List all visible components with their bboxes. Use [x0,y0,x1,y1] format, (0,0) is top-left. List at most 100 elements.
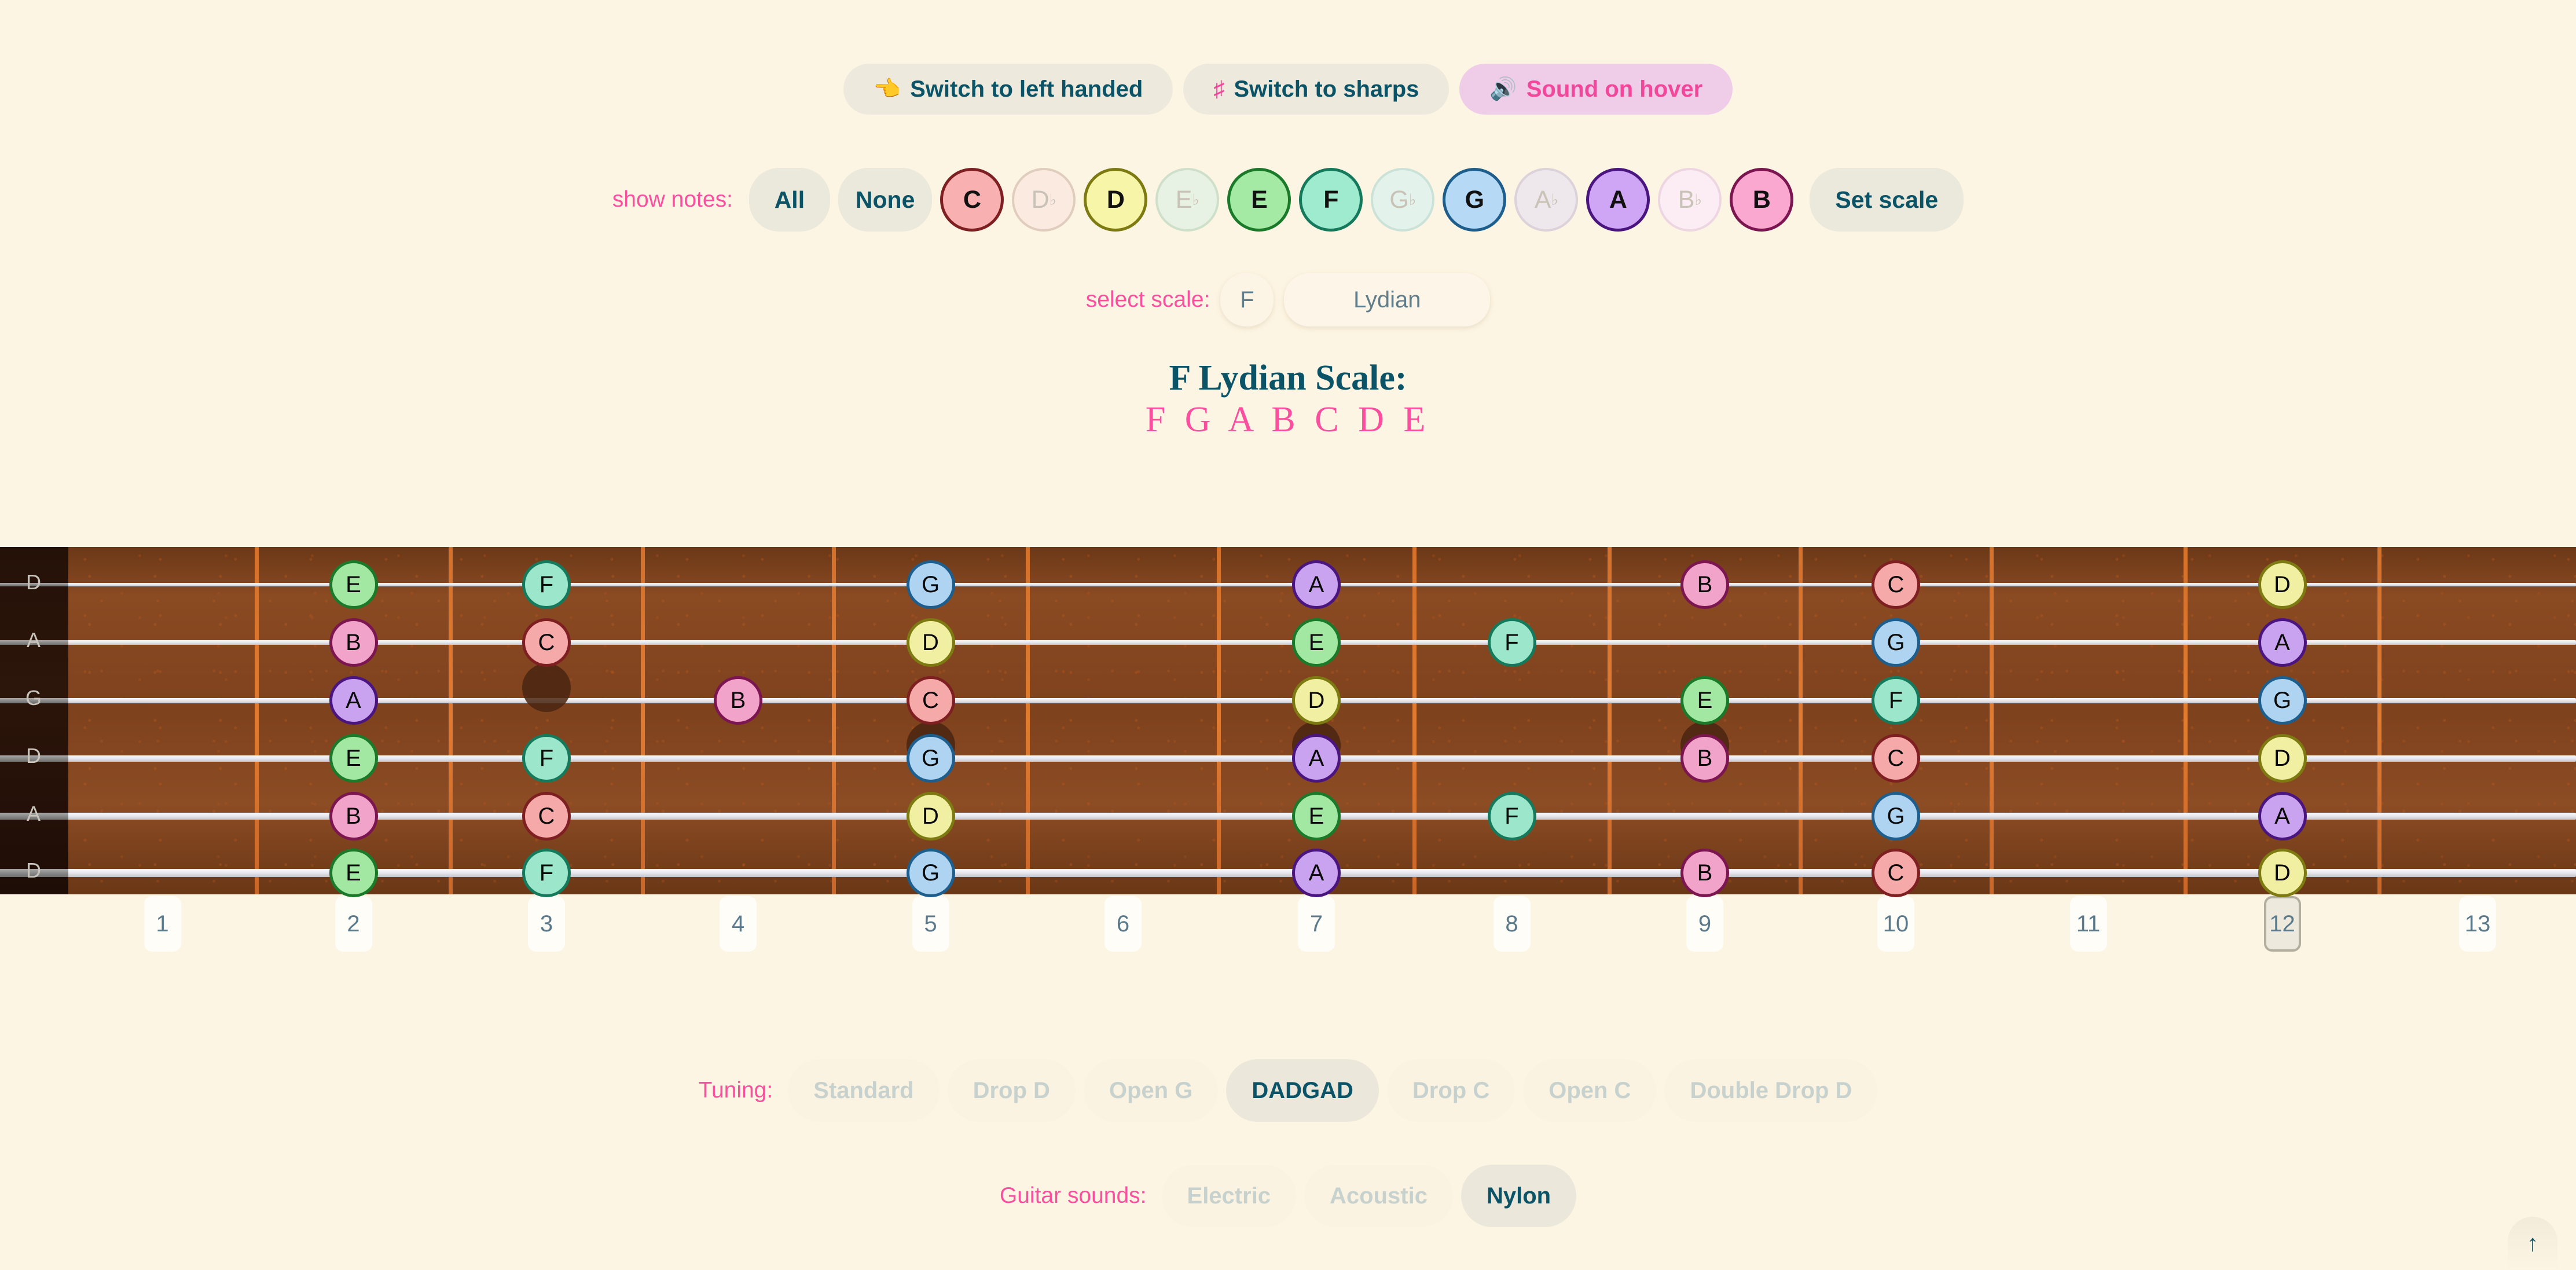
fret-number-13[interactable]: 13 [2459,896,2496,952]
sound-option-electric[interactable]: Electric [1161,1165,1297,1227]
fret-line [2184,547,2188,894]
speaker-icon: 🔊 [1489,77,1517,101]
fret-number-9[interactable]: 9 [1686,896,1723,952]
note-toggle-g-flat[interactable]: G ♭ [1371,168,1435,232]
note-marker[interactable]: G [1872,792,1920,840]
note-marker[interactable]: F [1487,618,1536,667]
switch-left-handed-button[interactable]: 👈 Switch to left handed [843,64,1173,115]
note-toggle-a[interactable]: A [1586,168,1650,232]
tuning-option-standard[interactable]: Standard [788,1059,940,1122]
fret-number-12[interactable]: 12 [2263,896,2301,952]
note-marker[interactable]: E [329,560,378,609]
note-marker[interactable]: B [1680,560,1729,609]
fret-number-4[interactable]: 4 [720,896,757,952]
show-notes-row: show notes: All None C D ♭ D E ♭ E F G ♭ G A ♭ A B ♭ B S… [0,168,2576,232]
note-marker[interactable]: A [1292,849,1341,897]
note-marker[interactable]: B [329,792,378,840]
sound-option-acoustic[interactable]: Acoustic [1304,1165,1453,1227]
switch-left-handed-label: Switch to left handed [910,76,1143,102]
note-toggle-e[interactable]: E [1227,168,1291,232]
note-marker[interactable]: F [1872,676,1920,725]
note-toggle-e-flat[interactable]: E ♭ [1155,168,1220,232]
tuning-option-open-g[interactable]: Open G [1083,1059,1219,1122]
sound-option-nylon[interactable]: Nylon [1461,1165,1577,1227]
note-marker[interactable]: D [2258,560,2307,609]
note-marker[interactable]: F [1487,792,1536,840]
note-marker[interactable]: B [329,618,378,667]
fret-number-1[interactable]: 1 [144,896,181,952]
fret-number-10[interactable]: 10 [1877,896,1914,952]
note-marker[interactable]: A [1292,560,1341,609]
scale-root-select[interactable]: F [1220,273,1274,326]
note-marker[interactable]: E [329,849,378,897]
note-toggle-b[interactable]: B [1730,168,1794,232]
note-marker[interactable]: B [1680,849,1729,897]
guitar-string [0,583,2576,586]
note-toggle-f[interactable]: F [1299,168,1363,232]
note-toggle-b-flat[interactable]: B ♭ [1658,168,1722,232]
fret-number-3[interactable]: 3 [528,896,565,952]
note-marker[interactable]: E [1292,792,1341,840]
note-marker[interactable]: C [1872,560,1920,609]
show-no-notes-button[interactable]: None [838,168,933,232]
note-marker[interactable]: B [714,676,762,725]
note-marker[interactable]: A [1292,734,1341,783]
fret-number-2[interactable]: 2 [335,896,372,952]
fretboard[interactable]: DAGDADEFGABCDBCDEFGAABCDEFGEFGABCDBCDEFG… [0,547,2576,897]
tuning-option-open-c[interactable]: Open C [1523,1059,1657,1122]
note-toggle-d[interactable]: D [1084,168,1148,232]
note-marker[interactable]: D [2258,849,2307,897]
tuning-option-drop-c[interactable]: Drop C [1386,1059,1515,1122]
note-marker[interactable]: A [2258,792,2307,840]
tuning-option-drop-d[interactable]: Drop D [947,1059,1076,1122]
fret-number-7[interactable]: 7 [1298,896,1335,952]
note-marker[interactable]: G [1872,618,1920,667]
fret-number-6[interactable]: 6 [1104,896,1142,952]
fret-line [832,547,836,894]
note-marker[interactable]: D [906,618,955,667]
show-notes-label: show notes: [612,187,733,212]
note-marker[interactable]: A [329,676,378,725]
sound-on-hover-button[interactable]: 🔊 Sound on hover [1459,64,1733,115]
show-all-notes-button[interactable]: All [748,168,830,232]
note-marker[interactable]: C [906,676,955,725]
scale-mode-select[interactable]: Lydian [1284,273,1491,326]
note-toggle-g[interactable]: G [1443,168,1507,232]
note-marker[interactable]: G [2258,676,2307,725]
note-marker[interactable]: C [1872,734,1920,783]
guitar-sounds-label: Guitar sounds: [999,1183,1147,1208]
note-marker[interactable]: G [906,734,955,783]
note-marker[interactable]: F [522,734,571,783]
note-marker[interactable]: B [1680,734,1729,783]
tuning-option-dadgad[interactable]: DADGAD [1226,1059,1379,1122]
note-marker[interactable]: G [906,849,955,897]
note-toggle-d-flat[interactable]: D ♭ [1012,168,1076,232]
note-marker[interactable]: C [522,792,571,840]
note-marker[interactable]: A [2258,618,2307,667]
note-marker[interactable]: D [1292,676,1341,725]
note-marker[interactable]: E [1680,676,1729,725]
tuning-option-double-drop-d[interactable]: Double Drop D [1664,1059,1878,1122]
fret-number-11[interactable]: 11 [2069,896,2107,952]
note-marker[interactable]: F [522,849,571,897]
note-marker[interactable]: C [522,618,571,667]
note-marker[interactable]: C [1872,849,1920,897]
fret-line [641,547,645,894]
note-marker[interactable]: E [329,734,378,783]
fret-line [255,547,259,894]
guitar-sounds-row: Guitar sounds: Electric Acoustic Nylon [0,1165,2576,1227]
set-scale-button[interactable]: Set scale [1810,168,1964,232]
note-marker[interactable]: G [906,560,955,609]
note-marker[interactable]: D [906,792,955,840]
note-toggle-c[interactable]: C [940,168,1004,232]
string-label-2: G [25,686,42,710]
note-marker[interactable]: E [1292,618,1341,667]
switch-to-sharps-button[interactable]: ♯ Switch to sharps [1183,64,1450,115]
app-root: 👈 Switch to left handed ♯ Switch to shar… [0,0,2576,1270]
note-marker[interactable]: F [522,560,571,609]
scroll-to-top-button[interactable]: ↑ [2508,1217,2557,1270]
note-toggle-a-flat[interactable]: A ♭ [1514,168,1579,232]
fret-number-8[interactable]: 8 [1493,896,1531,952]
note-marker[interactable]: D [2258,734,2307,783]
fret-number-5[interactable]: 5 [912,896,949,952]
